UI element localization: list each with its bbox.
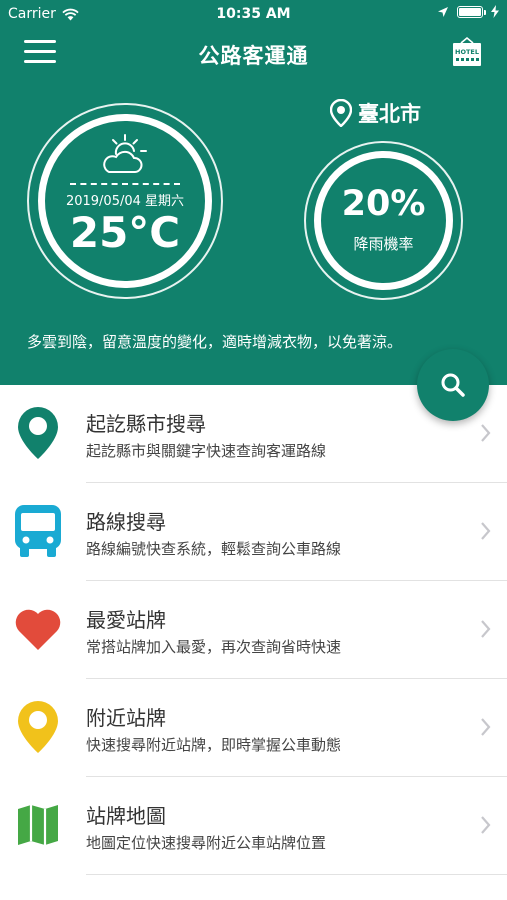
list-item-stop-map[interactable]: 站牌地圖 地圖定位快速搜尋附近公車站牌位置 (0, 777, 507, 875)
charging-bolt-icon (491, 5, 499, 18)
hotel-icon-text: HOTEL (455, 48, 479, 56)
location-arrow-icon (438, 6, 448, 17)
nav-bar: 公路客運通 HOTEL (0, 30, 507, 76)
search-button[interactable] (417, 349, 489, 421)
date-divider (70, 183, 180, 185)
list-item-favorite-stops[interactable]: 最愛站牌 常搭站牌加入最愛，再次查詢省時快速 (0, 581, 507, 679)
list-item-title: 站牌地圖 (86, 804, 166, 828)
list-item-title: 附近站牌 (86, 706, 166, 730)
map-icon (18, 805, 58, 845)
search-icon (441, 373, 465, 397)
list-item-nearby-stops[interactable]: 附近站牌 快速搜尋附近站牌，即時掌握公車動態 (0, 679, 507, 777)
heart-icon (15, 609, 61, 650)
status-time: 10:35 AM (216, 6, 291, 22)
list-item-title: 起訖縣市搜尋 (86, 412, 206, 436)
list-item-desc: 路線編號快查系統，輕鬆查詢公車路線 (86, 540, 342, 558)
rain-probability-value: 20% (341, 184, 426, 224)
chevron-right-icon (481, 620, 491, 638)
list-item-title: 路線搜尋 (86, 510, 166, 534)
chevron-right-icon (481, 424, 491, 442)
list-item-desc: 起訖縣市與關鍵字快速查詢客運路線 (86, 442, 327, 460)
rain-probability-label: 降雨機率 (353, 235, 414, 253)
chevron-right-icon (481, 816, 491, 834)
chevron-right-icon (481, 522, 491, 540)
list-item-desc: 常搭站牌加入最愛，再次查詢省時快速 (86, 638, 342, 656)
list-item-desc: 地圖定位快速搜尋附近公車站牌位置 (86, 834, 327, 852)
weather-advice: 多雲到陰，留意溫度的變化，適時增減衣物，以免著涼。 (27, 333, 403, 351)
location-pin-icon (330, 99, 352, 127)
hotel-icon[interactable]: HOTEL (451, 36, 483, 68)
city-label: 臺北市 (358, 102, 421, 126)
location-pin-icon (18, 701, 58, 753)
header-panel: Carrier 10:35 AM 公路客運通 HOTEL 2019/05/04 … (0, 0, 507, 385)
menu-list: 起訖縣市搜尋 起訖縣市與關鍵字快速查詢客運路線 路線搜尋 路線編號快查系統，輕鬆… (0, 385, 507, 875)
page-title: 公路客運通 (198, 44, 309, 68)
list-item-route-search[interactable]: 路線搜尋 路線編號快查系統，輕鬆查詢公車路線 (0, 483, 507, 581)
list-item-desc: 快速搜尋附近站牌，即時掌握公車動態 (86, 736, 342, 754)
battery-icon (457, 5, 486, 18)
partly-cloudy-icon (103, 134, 147, 173)
list-item-title: 最愛站牌 (86, 608, 166, 632)
date-label: 2019/05/04 星期六 (65, 194, 185, 209)
map-pin-icon (18, 407, 58, 459)
city-location[interactable]: 臺北市 (330, 98, 421, 128)
temperature-value: 25°C (69, 208, 181, 257)
bus-icon (15, 505, 61, 557)
divider (86, 874, 507, 875)
status-right (437, 5, 499, 18)
chevron-right-icon (481, 718, 491, 736)
status-bar: Carrier 10:35 AM (0, 0, 507, 28)
